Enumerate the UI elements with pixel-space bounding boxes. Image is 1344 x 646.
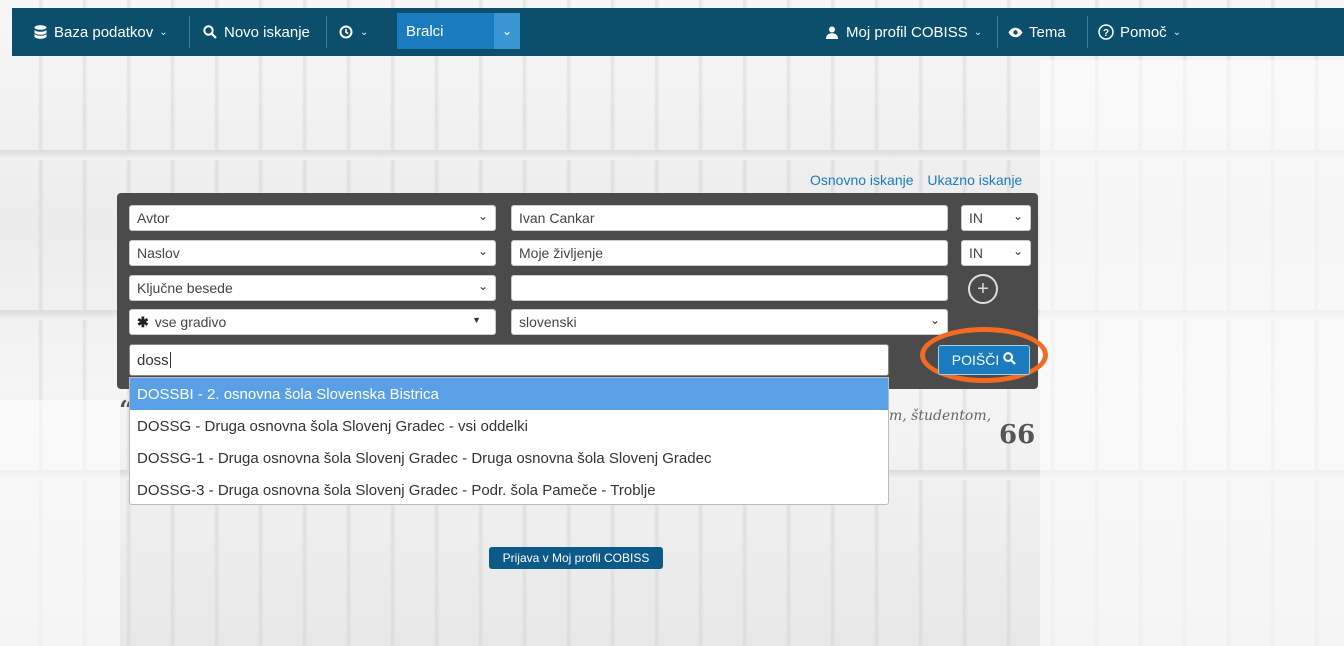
text-cursor <box>169 352 171 368</box>
database-menu[interactable]: Baza podatkov ⌄ <box>32 8 168 56</box>
suggestion-item[interactable]: DOSSBI - 2. osnovna šola Slovenska Bistr… <box>130 378 888 410</box>
operator-select-2[interactable]: IN ⌄ <box>961 240 1031 266</box>
field-select-value: Naslov <box>137 245 180 261</box>
chevron-down-icon: ⌄ <box>1012 244 1023 258</box>
new-search-link[interactable]: Novo iskanje <box>202 8 310 56</box>
search-icon <box>202 24 218 40</box>
theme-link[interactable]: Tema <box>1007 8 1066 56</box>
search-icon <box>1003 352 1017 368</box>
chevron-down-icon: ⌄ <box>360 26 369 38</box>
asterisk-icon: ✱ <box>137 313 149 330</box>
profile-menu[interactable]: Moj profil COBISS ⌄ <box>824 8 982 56</box>
plus-icon: + <box>977 278 989 300</box>
term-input-1[interactable]: Ivan Cankar <box>511 205 948 231</box>
operator-select-1[interactable]: IN ⌄ <box>961 205 1031 231</box>
field-select-value: Avtor <box>137 210 170 226</box>
profile-label: Moj profil COBISS <box>846 23 968 41</box>
field-select-value: Ključne besede <box>137 280 233 296</box>
user-icon <box>824 24 840 40</box>
search-button-label: POIŠČI <box>951 352 1000 368</box>
caret-down-icon: ▼ <box>472 315 481 325</box>
add-row-button[interactable]: + <box>968 274 998 304</box>
field-select-3[interactable]: Ključne besede ⌄ <box>129 275 496 301</box>
chevron-down-icon: ⌄ <box>494 13 520 49</box>
eye-icon <box>1007 24 1023 40</box>
theme-label: Tema <box>1029 23 1066 41</box>
suggestion-item[interactable]: DOSSG-1 - Druga osnovna šola Slovenj Gra… <box>130 442 888 474</box>
history-menu[interactable]: ⌄ <box>338 8 368 56</box>
term-input-3[interactable] <box>511 275 948 301</box>
quote-text-fragment: m, študentom, <box>889 408 992 424</box>
database-icon <box>32 24 48 40</box>
operator-value: IN <box>969 210 983 226</box>
library-suggestions: DOSSBI - 2. osnovna šola Slovenska Bistr… <box>129 377 889 505</box>
role-select[interactable]: Bralci ⌄ <box>397 13 520 49</box>
suggestion-item[interactable]: DOSSG-3 - Druga osnovna šola Slovenj Gra… <box>130 474 888 506</box>
chevron-down-icon: ⌄ <box>973 26 983 38</box>
question-circle-icon: ? <box>1098 24 1114 40</box>
search-button[interactable]: POIŠČI <box>938 345 1030 375</box>
quote-close-mark: 66 <box>999 420 1036 450</box>
search-mode-links: Osnovno iskanje Ukazno iskanje <box>810 172 1032 188</box>
login-profile-button[interactable]: Prijava v Moj profil COBISS <box>489 547 663 569</box>
library-search-input[interactable]: doss <box>129 344 889 376</box>
help-menu[interactable]: ? Pomoč ⌄ <box>1098 8 1181 56</box>
material-select[interactable]: ✱ vse gradivo ▼ <box>129 309 496 335</box>
role-value: Bralci <box>406 22 444 40</box>
language-value: slovenski <box>519 314 577 330</box>
field-select-1[interactable]: Avtor ⌄ <box>129 205 496 231</box>
library-input-value: doss <box>137 351 169 369</box>
database-label: Baza podatkov <box>54 23 154 41</box>
basic-search-link[interactable]: Osnovno iskanje <box>810 172 914 188</box>
chevron-down-icon: ⌄ <box>1172 26 1182 38</box>
chevron-down-icon: ⌄ <box>477 209 488 223</box>
field-select-2[interactable]: Naslov ⌄ <box>129 240 496 266</box>
chevron-down-icon: ⌄ <box>929 313 940 327</box>
chevron-down-icon: ⌄ <box>477 279 488 293</box>
term-input-2[interactable]: Moje življenje <box>511 240 948 266</box>
language-select[interactable]: slovenski ⌄ <box>511 309 948 335</box>
chevron-down-icon: ⌄ <box>1012 209 1023 223</box>
material-value: vse gradivo <box>154 314 227 330</box>
svg-text:?: ? <box>1103 28 1109 39</box>
command-search-link[interactable]: Ukazno iskanje <box>927 172 1022 188</box>
operator-value: IN <box>969 245 983 261</box>
clock-icon <box>338 24 354 40</box>
new-search-label: Novo iskanje <box>224 23 310 41</box>
suggestion-item[interactable]: DOSSG - Druga osnovna šola Slovenj Grade… <box>130 410 888 442</box>
chevron-down-icon: ⌄ <box>477 244 488 258</box>
top-navbar: Baza podatkov ⌄ Novo iskanje ⌄ Bralci ⌄ … <box>12 8 1344 56</box>
help-label: Pomoč <box>1120 23 1167 41</box>
chevron-down-icon: ⌄ <box>159 26 168 38</box>
